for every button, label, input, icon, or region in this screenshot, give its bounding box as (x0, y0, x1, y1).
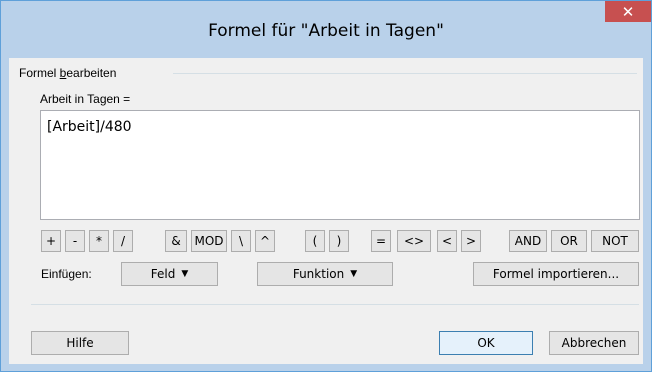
formula-input[interactable]: [Arbeit]/480 (40, 110, 640, 220)
formula-label: Arbeit in Tagen = (40, 92, 131, 106)
title-bar: Formel für "Arbeit in Tagen" ✕ (1, 1, 651, 58)
function-button-label: Funktion (292, 267, 345, 281)
close-icon: ✕ (621, 3, 635, 21)
formula-dialog: Formel für "Arbeit in Tagen" ✕ Formel be… (0, 0, 652, 372)
dialog-body: Formel bearbeiten Arbeit in Tagen = [Arb… (9, 58, 643, 364)
footer-divider (31, 304, 639, 305)
operator-button[interactable]: OR (551, 230, 587, 252)
import-formula-button[interactable]: Formel importieren... (473, 262, 639, 286)
ok-button[interactable]: OK (439, 331, 533, 355)
operator-button[interactable]: AND (509, 230, 547, 252)
operator-button[interactable]: = (371, 230, 391, 252)
operator-button[interactable]: + (41, 230, 61, 252)
chevron-down-icon: ▼ (350, 269, 358, 279)
operator-button[interactable]: ( (305, 230, 325, 252)
operator-button[interactable]: * (89, 230, 109, 252)
group-label-pre: Formel (19, 66, 60, 80)
help-button[interactable]: Hilfe (31, 331, 129, 355)
group-label-post: earbeiten (66, 66, 117, 80)
operator-button[interactable]: - (65, 230, 85, 252)
operator-button[interactable]: / (113, 230, 133, 252)
window-title: Formel für "Arbeit in Tagen" (208, 21, 444, 41)
group-divider (173, 73, 637, 74)
operator-button[interactable]: MOD (191, 230, 227, 252)
insert-label: Einfügen: (41, 267, 92, 281)
cancel-button[interactable]: Abbrechen (549, 331, 639, 355)
close-button[interactable]: ✕ (605, 1, 651, 22)
operator-button[interactable]: <> (397, 230, 431, 252)
group-label-edit-formula: Formel bearbeiten (19, 66, 121, 80)
operator-button[interactable]: & (165, 230, 187, 252)
chevron-down-icon: ▼ (181, 269, 189, 279)
operator-button[interactable]: < (437, 230, 457, 252)
operator-button[interactable]: ) (329, 230, 349, 252)
field-dropdown-button[interactable]: Feld ▼ (121, 262, 218, 286)
field-button-label: Feld (150, 267, 176, 281)
operator-button[interactable]: NOT (591, 230, 639, 252)
operator-button[interactable]: > (461, 230, 481, 252)
function-dropdown-button[interactable]: Funktion ▼ (257, 262, 393, 286)
operator-button[interactable]: ^ (255, 230, 275, 252)
operator-button[interactable]: \ (231, 230, 251, 252)
